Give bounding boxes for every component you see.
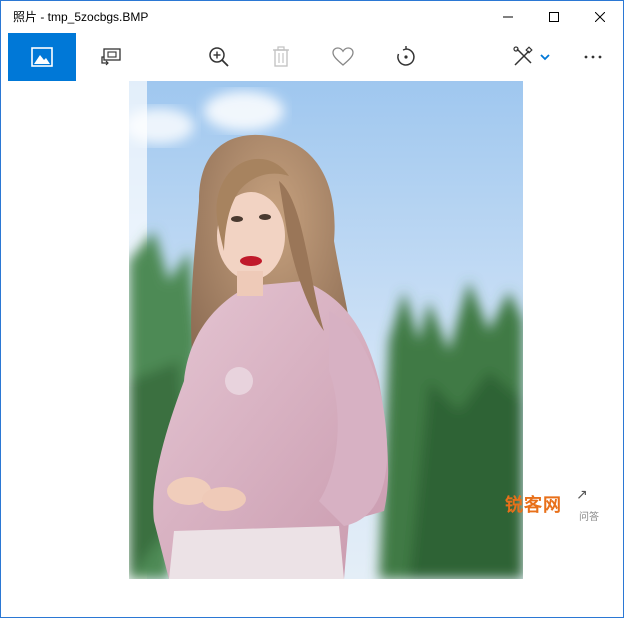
- minimize-button[interactable]: [485, 1, 531, 33]
- close-button[interactable]: [577, 1, 623, 33]
- edit-create-icon: [513, 46, 533, 66]
- slideshow-icon: [101, 48, 121, 66]
- more-icon: [584, 55, 602, 59]
- watermark-arrow-icon: ↗: [576, 486, 588, 502]
- maximize-button[interactable]: [531, 1, 577, 33]
- watermark-sub-text: 问答: [579, 512, 599, 523]
- zoom-button[interactable]: [195, 33, 243, 81]
- watermark-logo: 锐客网: [505, 495, 562, 515]
- rotate-icon: [397, 46, 415, 66]
- view-photo-button[interactable]: [8, 33, 76, 81]
- maximize-icon: [549, 12, 559, 22]
- zoom-in-icon: [209, 47, 229, 67]
- photos-app-window: 照片 - tmp_5zocbgs.BMP 锐客网 ↗ 问答: [0, 0, 624, 618]
- minimize-icon: [503, 16, 513, 18]
- window-title: 照片 - tmp_5zocbgs.BMP: [13, 10, 149, 24]
- rotate-button[interactable]: [382, 33, 430, 81]
- close-icon: [595, 12, 605, 22]
- toolbar: [1, 33, 623, 81]
- delete-button[interactable]: [257, 33, 305, 81]
- image-icon: [31, 47, 53, 67]
- edit-create-button[interactable]: [503, 33, 559, 81]
- favorite-button[interactable]: [319, 33, 367, 81]
- trash-icon: [273, 46, 289, 67]
- more-button[interactable]: [569, 33, 617, 81]
- photo-viewer[interactable]: [1, 81, 623, 617]
- title-bar: 照片 - tmp_5zocbgs.BMP: [1, 1, 623, 33]
- heart-icon: [332, 47, 354, 66]
- chevron-down-icon: [540, 54, 550, 61]
- photo-image: [129, 81, 523, 579]
- slideshow-button[interactable]: [87, 33, 135, 81]
